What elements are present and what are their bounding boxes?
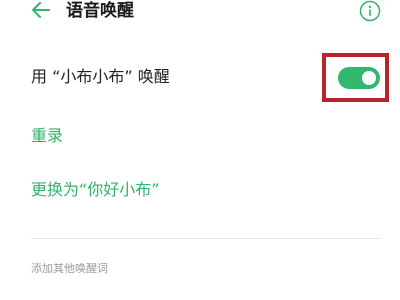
rerecord-link[interactable]: 重录 <box>31 126 63 146</box>
add-other-wake-words-label: 添加其他唤醒词 <box>31 262 108 275</box>
page-title: 语音唤醒 <box>66 1 134 21</box>
switch-wake-word-link[interactable]: 更换为“你好小布” <box>31 180 160 200</box>
header-bar: 语音唤醒 <box>0 0 400 24</box>
arrow-left-icon <box>32 2 50 18</box>
info-circle-icon <box>359 0 381 22</box>
info-button[interactable] <box>359 0 381 22</box>
highlight-annotation-box <box>322 53 389 102</box>
wake-word-label: 用 “小布小布” 唤醒 <box>31 67 170 86</box>
back-button[interactable] <box>31 1 51 19</box>
divider <box>31 238 380 239</box>
